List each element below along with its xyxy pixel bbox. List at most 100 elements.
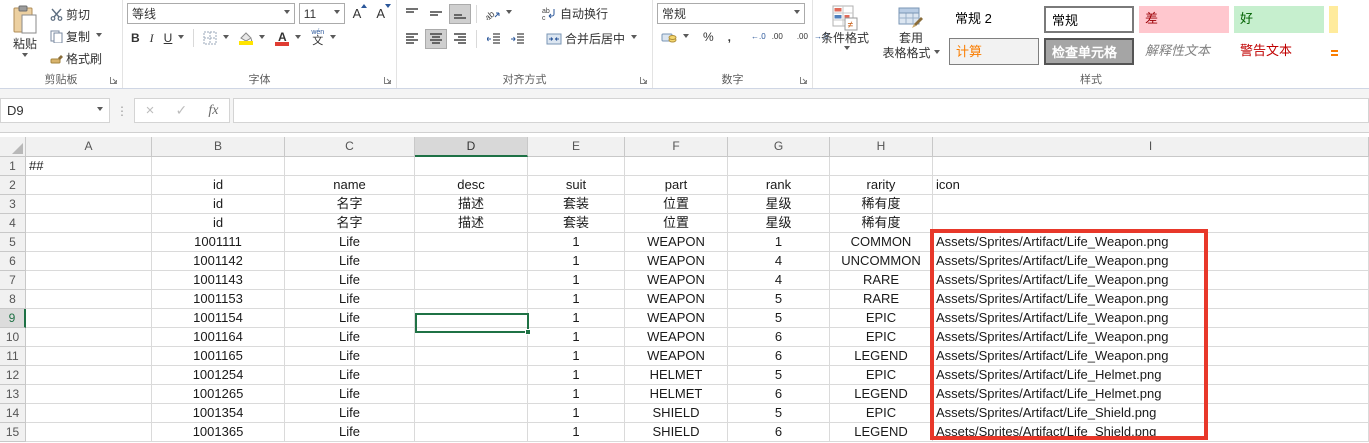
- column-header-F[interactable]: F: [625, 137, 728, 157]
- fill-color-button[interactable]: [235, 30, 269, 47]
- grid-cell[interactable]: EPIC: [830, 366, 933, 385]
- grid-cell[interactable]: 1: [528, 385, 625, 404]
- grid-cell[interactable]: [26, 176, 152, 195]
- grid-cell[interactable]: UNCOMMON: [830, 252, 933, 271]
- grid-cell[interactable]: 5: [728, 290, 830, 309]
- row-header-14[interactable]: 14: [0, 404, 26, 423]
- grid-cell[interactable]: [26, 328, 152, 347]
- row-header-15[interactable]: 15: [0, 423, 26, 442]
- grid-cell[interactable]: [26, 423, 152, 442]
- cell-style-good[interactable]: 好: [1234, 6, 1324, 33]
- grid-cell[interactable]: 6: [728, 423, 830, 442]
- row-header-13[interactable]: 13: [0, 385, 26, 404]
- grid-cell[interactable]: COMMON: [830, 233, 933, 252]
- grid-cell[interactable]: SHIELD: [625, 423, 728, 442]
- grid-cell[interactable]: 稀有度: [830, 214, 933, 233]
- grid-cell[interactable]: 稀有度: [830, 195, 933, 214]
- grid-cell[interactable]: 1001165: [152, 347, 285, 366]
- grid-cell[interactable]: 1001265: [152, 385, 285, 404]
- font-size-combobox[interactable]: 11: [299, 3, 345, 24]
- row-header-12[interactable]: 12: [0, 366, 26, 385]
- grid-cell[interactable]: WEAPON: [625, 271, 728, 290]
- grid-cell[interactable]: RARE: [830, 290, 933, 309]
- grid-cell[interactable]: Life: [285, 328, 415, 347]
- grid-cell[interactable]: [26, 233, 152, 252]
- grid-cell[interactable]: [26, 290, 152, 309]
- grid-cell[interactable]: [26, 309, 152, 328]
- number-format-combobox[interactable]: 常规: [657, 3, 805, 24]
- grid-cell[interactable]: 1001153: [152, 290, 285, 309]
- grid-cell[interactable]: part: [625, 176, 728, 195]
- grid-cell[interactable]: [415, 385, 528, 404]
- formula-bar-drag-handle[interactable]: ⋮: [116, 104, 128, 118]
- format-painter-button[interactable]: 格式刷: [46, 48, 106, 69]
- column-header-D[interactable]: D: [415, 137, 528, 157]
- grid-cell[interactable]: Life: [285, 252, 415, 271]
- grid-cell[interactable]: 1: [528, 271, 625, 290]
- font-dialog-launcher-icon[interactable]: [383, 75, 393, 85]
- grid-cell[interactable]: [152, 157, 285, 176]
- grid-cell[interactable]: WEAPON: [625, 290, 728, 309]
- grid-cell[interactable]: HELMET: [625, 385, 728, 404]
- grid-cell[interactable]: 1001365: [152, 423, 285, 442]
- grid-cell[interactable]: WEAPON: [625, 252, 728, 271]
- grid-cell[interactable]: desc: [415, 176, 528, 195]
- grid-cell[interactable]: 1001142: [152, 252, 285, 271]
- grid-cell[interactable]: LEGEND: [830, 423, 933, 442]
- grid-cell[interactable]: [415, 157, 528, 176]
- column-header-E[interactable]: E: [528, 137, 625, 157]
- grid-cell[interactable]: 1: [528, 290, 625, 309]
- accounting-format-button[interactable]: [657, 29, 693, 46]
- underline-button[interactable]: U: [160, 29, 189, 47]
- align-right-button[interactable]: [449, 29, 471, 49]
- cut-button[interactable]: 剪切: [46, 4, 106, 25]
- grid-cell[interactable]: 1001111: [152, 233, 285, 252]
- column-header-B[interactable]: B: [152, 137, 285, 157]
- formula-input[interactable]: [233, 98, 1369, 123]
- grid-cell[interactable]: 星级: [728, 195, 830, 214]
- grid-cell[interactable]: Life: [285, 233, 415, 252]
- grid-cell[interactable]: WEAPON: [625, 328, 728, 347]
- grid-cell[interactable]: 名字: [285, 195, 415, 214]
- grid-cell[interactable]: [26, 385, 152, 404]
- grid-cell[interactable]: Life: [285, 290, 415, 309]
- grid-cell[interactable]: [26, 252, 152, 271]
- align-top-button[interactable]: [401, 4, 423, 24]
- row-header-7[interactable]: 7: [0, 271, 26, 290]
- grid-cell[interactable]: WEAPON: [625, 347, 728, 366]
- grid-cell[interactable]: 6: [728, 328, 830, 347]
- increase-font-size-button[interactable]: A: [349, 4, 369, 23]
- cell-style-normal[interactable]: 常规: [1044, 6, 1134, 33]
- grid-cell[interactable]: 位置: [625, 195, 728, 214]
- grid-cell[interactable]: [415, 347, 528, 366]
- grid-cell[interactable]: [415, 290, 528, 309]
- grid-cell[interactable]: [26, 214, 152, 233]
- grid-cell[interactable]: [933, 157, 1369, 176]
- grid-cell[interactable]: ##: [26, 157, 152, 176]
- grid-cell[interactable]: WEAPON: [625, 309, 728, 328]
- grid-cell[interactable]: Life: [285, 366, 415, 385]
- row-header-6[interactable]: 6: [0, 252, 26, 271]
- grid-cell[interactable]: Life: [285, 347, 415, 366]
- grid-cell[interactable]: [415, 252, 528, 271]
- merge-center-button[interactable]: 合并后居中: [542, 28, 641, 49]
- grid-cell[interactable]: 星级: [728, 214, 830, 233]
- grid-cell[interactable]: 1001164: [152, 328, 285, 347]
- comma-style-button[interactable]: ,: [724, 28, 735, 46]
- grid-cell[interactable]: Life: [285, 385, 415, 404]
- grid-cell[interactable]: 1: [528, 233, 625, 252]
- cell-style-clipped-next[interactable]: [1329, 38, 1338, 65]
- column-header-H[interactable]: H: [830, 137, 933, 157]
- grid-cell[interactable]: [728, 157, 830, 176]
- bold-button[interactable]: B: [127, 29, 144, 47]
- phonetic-guide-button[interactable]: wén 文: [307, 27, 340, 49]
- grid-cell[interactable]: WEAPON: [625, 233, 728, 252]
- column-header-I[interactable]: I: [933, 137, 1369, 157]
- grid-cell[interactable]: Life: [285, 423, 415, 442]
- cell-style-warning[interactable]: 警告文本: [1234, 38, 1324, 65]
- align-left-button[interactable]: [401, 29, 423, 49]
- orientation-button[interactable]: ab: [482, 6, 516, 22]
- copy-dropdown-caret[interactable]: [96, 33, 102, 40]
- grid-cell[interactable]: 1001154: [152, 309, 285, 328]
- grid-cell[interactable]: LEGEND: [830, 347, 933, 366]
